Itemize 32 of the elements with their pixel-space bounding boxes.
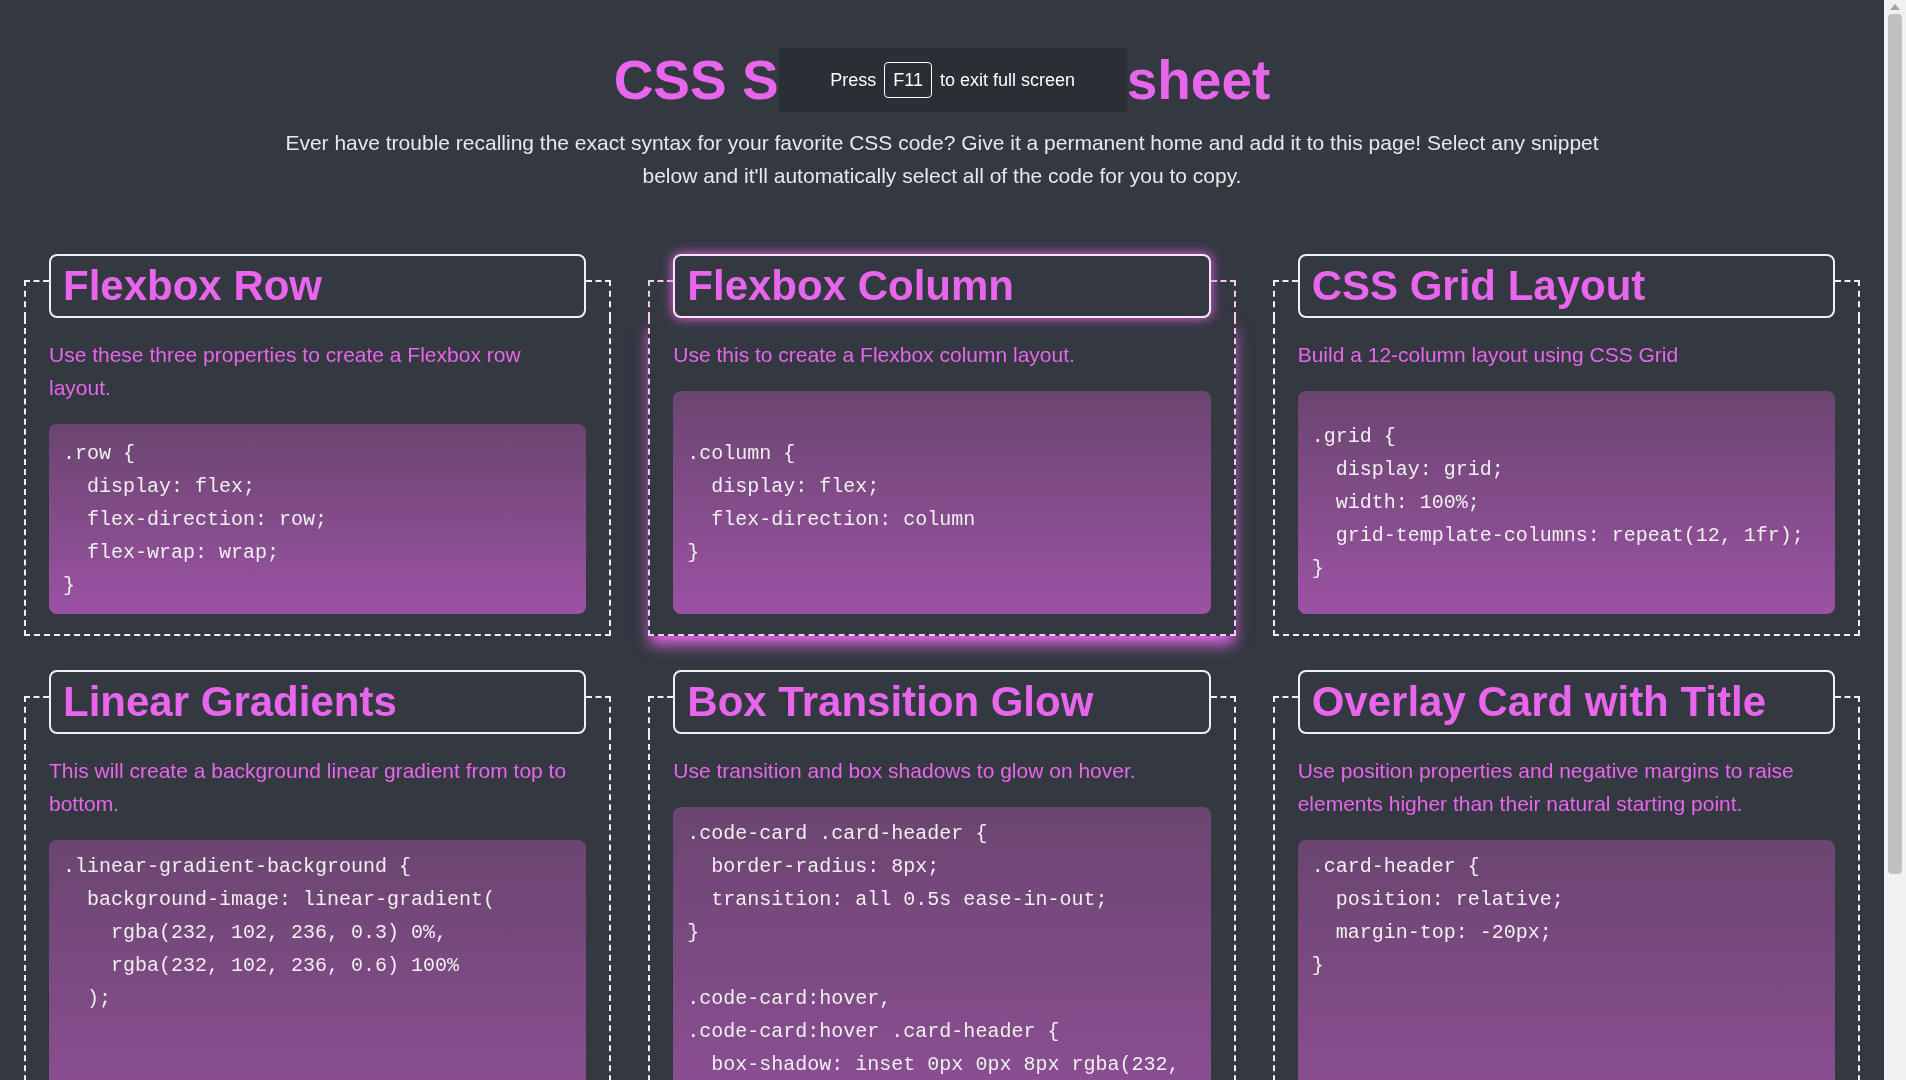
card-title: Box Transition Glow [687,681,1094,723]
card-title: Flexbox Row [63,265,323,307]
code-block[interactable]: .column { display: flex; flex-direction: column } [673,391,1211,614]
notice-text: to exit full screen [940,68,1076,92]
card-title: Flexbox Column [687,265,1015,307]
card-frame[interactable]: Build a 12-column layout using CSS Grid .grid { display: grid; width: 100%; grid-template-columns: repeat(12, 1fr); } [1272,318,1860,636]
page-title: sheet [1126,52,1271,108]
card-title: Overlay Card with Title [1311,681,1767,723]
card-description: Use transition and box shadows to glow on hover. [673,758,1137,784]
notice-text: Press [830,68,877,92]
card-description: Use position properties and negative margins to raise elements higher than their natural starting point. [1297,758,1795,817]
card-frame[interactable]: Use these three properties to create a Flexbox row layout. .row { display: flex; flex-direction: row; flex-wrap: wrap; } [24,318,612,636]
card-frame[interactable]: This will create a background linear gradient from top to bottom. .linear-gradient-background { background-image: linear-gradient( rgba(232, 102, 236, 0.3) 0%, rgba(232, 102, 236, 0.6) 100% ); [24,734,612,1080]
code-block[interactable]: .linear-gradient-background { background-image: linear-gradient( rgba(232, 102, 236, 0.3) 0%, rgba(232, 102, 236, 0.6) 100% ); [49,840,587,1080]
card-description: Use this to create a Flexbox column layout. [673,342,1076,368]
card-title: Linear Gradients [63,681,397,723]
code-block[interactable]: .row { display: flex; flex-direction: row; flex-wrap: wrap; } [49,424,587,614]
scroll-up-icon[interactable] [1890,4,1900,10]
code-block[interactable]: .grid { display: grid; width: 100%; grid-template-columns: repeat(12, 1fr); } [1297,391,1835,614]
code-block[interactable]: .card-header { position: relative; margin-top: -20px; } [1297,840,1835,1080]
page-title: CSS S [613,52,779,108]
scrollbar-thumb[interactable] [1888,14,1902,874]
card-description: Use these three properties to create a Flexbox row layout. [49,342,522,401]
code-block[interactable]: .code-card .card-header { border-radius: 8px; transition: all 0.5s ease-in-out; } .code-card:hover, .code-card:hover .card-header { box-shadow: inset 0px 0px 8px rgba(232, [673,807,1211,1080]
key-label: F11 [884,62,932,98]
scrollbar[interactable] [1884,0,1906,1080]
card-frame[interactable]: Use this to create a Flexbox column layout. .column { display: flex; flex-direction: column } [648,318,1236,636]
card-title: CSS Grid Layout [1311,265,1646,307]
card-description: This will create a background linear gradient from top to bottom. [49,758,568,817]
card-description: Build a 12-column layout using CSS Grid [1297,342,1680,368]
page-subtitle: Ever have trouble recalling the exact syntax for your favorite CSS code? Give it a permanent home and add it to this page! Select any snippet below and it'll automatically select all of the code for you to copy. [284,130,1600,189]
card-frame[interactable]: Use position properties and negative margins to raise elements higher than their natural starting point. .card-header { position: relative; margin-top: -20px; } [1272,734,1860,1080]
